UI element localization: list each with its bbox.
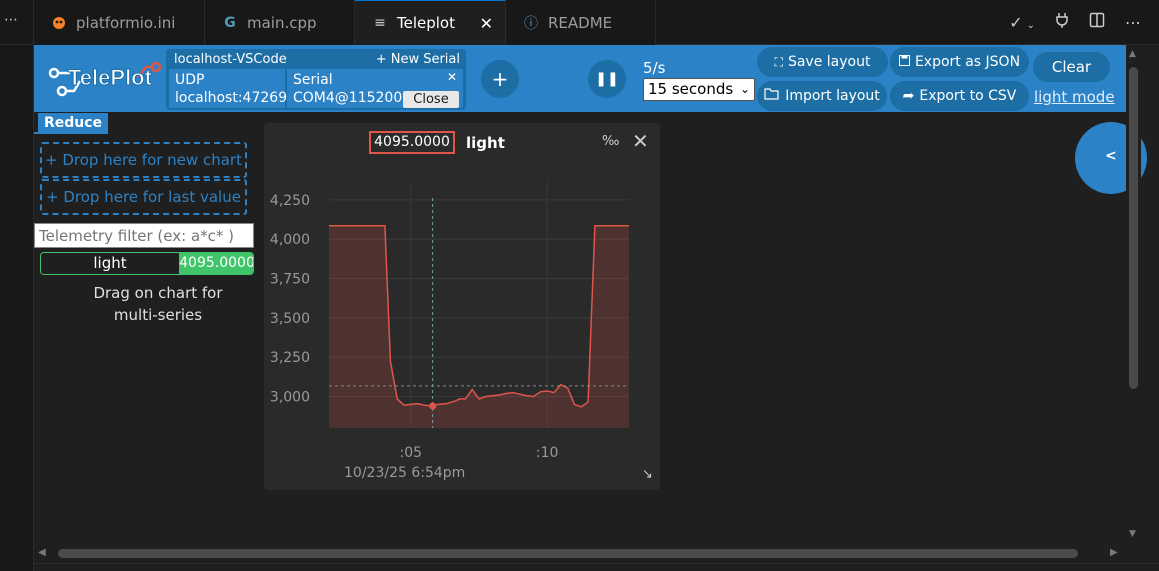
resize-handle-icon[interactable]: ↘ — [642, 467, 653, 482]
cursor-point — [429, 402, 437, 410]
save-layout-button[interactable]: ⛶ Save layout — [757, 47, 888, 77]
tab-actions: ✓ ⌄ ⋯ — [1009, 12, 1141, 32]
chart-series-name: light — [466, 134, 505, 152]
teleplot-logo: TelePlot — [46, 53, 164, 103]
serial-label: Serial — [293, 72, 333, 88]
y-tick-label: 4,000 — [270, 232, 310, 248]
more-actions-icon[interactable]: ⋯ — [1125, 13, 1141, 32]
x-tick-label: :05 — [400, 445, 423, 461]
reduce-button[interactable]: Reduce — [38, 113, 108, 134]
sample-rate: 5/s — [643, 59, 666, 77]
y-tick-label: 3,250 — [270, 350, 310, 366]
export-json-label: Export as JSON — [914, 54, 1021, 70]
duration-value: 15 seconds — [648, 80, 734, 98]
tab-platformio-ini[interactable]: platformio.ini — [34, 0, 205, 45]
scroll-down-icon[interactable]: ▼ — [1129, 529, 1136, 539]
udp-connection: UDP localhost:47269 — [169, 69, 288, 108]
share-arrow-icon: ➦ — [902, 88, 915, 104]
add-connection-button[interactable]: + — [481, 60, 519, 98]
telemetry-item[interactable]: light 4095.0000 — [40, 252, 254, 275]
split-editor-icon[interactable] — [1089, 12, 1105, 32]
platformio-alien-icon — [50, 16, 68, 30]
save-layout-label: Save layout — [787, 54, 871, 70]
drop-last-value-zone[interactable]: + Drop here for last value — [40, 179, 247, 215]
serial-connection: Serial ✕ COM4@115200 Close — [287, 69, 463, 108]
plug-icon[interactable] — [1055, 12, 1069, 32]
x-tick-label: :10 — [536, 445, 559, 461]
tab-label: README — [548, 13, 613, 32]
import-layout-button[interactable]: Import layout — [757, 81, 887, 111]
udp-address: localhost:47269 — [175, 90, 288, 106]
remove-serial-icon[interactable]: ✕ — [447, 70, 457, 84]
close-tab-icon[interactable]: ✕ — [480, 14, 493, 33]
teleplot-header: TelePlot localhost-VSCode + New Serial U… — [34, 45, 1126, 112]
tab-readme[interactable]: ⓘ README — [506, 0, 656, 45]
divider — [34, 132, 108, 134]
chevron-left-icon: < — [1105, 148, 1117, 164]
vscode-window: ⋯ platformio.ini G main.cpp ≡ Teleplot ✕… — [0, 0, 1159, 571]
folder-open-icon — [764, 88, 780, 104]
svg-text:TelePlot: TelePlot — [68, 65, 153, 90]
y-tick-label: 3,500 — [270, 311, 310, 327]
new-serial-button[interactable]: + New Serial — [376, 52, 460, 67]
divider — [34, 563, 1159, 564]
permille-icon[interactable]: ‰ — [602, 134, 619, 149]
chart-plot[interactable]: 3,000 3,250 3,500 3,750 4,000 4,250 :05 :10 — [264, 123, 660, 490]
editor-group-sidebar: ⋯ — [0, 0, 34, 571]
frame-icon: ⛶ — [774, 54, 783, 69]
drag-hint-line: multi-series — [113, 306, 203, 324]
tab-label: main.cpp — [247, 13, 317, 32]
vertical-scrollbar[interactable]: ▲ ▼ — [1126, 45, 1141, 545]
import-layout-label: Import layout — [785, 88, 880, 104]
floppy-icon — [898, 54, 910, 70]
scroll-thumb[interactable] — [58, 549, 1078, 558]
check-icon[interactable]: ✓ ⌄ — [1009, 13, 1035, 32]
export-json-button[interactable]: Export as JSON — [890, 47, 1029, 77]
chart-card[interactable]: 3,000 3,250 3,500 3,750 4,000 4,250 :05 :10 409… — [264, 123, 660, 490]
y-tick-label: 4,250 — [270, 193, 310, 209]
export-csv-button[interactable]: ➦ Export to CSV — [890, 81, 1029, 111]
drag-hint-line: Drag on chart for — [93, 284, 223, 302]
tab-main-cpp[interactable]: G main.cpp — [205, 0, 355, 45]
light-mode-link[interactable]: light mode — [1034, 88, 1115, 106]
telemetry-value: 4095.0000 — [179, 253, 253, 274]
clear-label: Clear — [1051, 58, 1092, 76]
chart-current-value: 4095.0000 — [369, 131, 455, 154]
telemetry-name: light — [41, 253, 179, 274]
duration-select[interactable]: 15 seconds ⌄ — [643, 78, 755, 101]
tab-label: platformio.ini — [76, 13, 176, 32]
pause-button[interactable]: ❚❚ — [588, 60, 626, 98]
chart-date-label: 10/23/25 6:54pm — [344, 465, 466, 481]
scroll-thumb[interactable] — [1129, 67, 1138, 389]
chevron-down-icon: ⌄ — [739, 82, 750, 96]
connection-title: localhost-VSCode — [174, 52, 287, 67]
info-circle-icon: ⓘ — [524, 15, 538, 32]
close-serial-button[interactable]: Close — [403, 91, 459, 108]
cpp-file-icon: G — [224, 14, 236, 31]
scroll-left-icon[interactable]: ◀ — [38, 547, 46, 558]
udp-label: UDP — [175, 72, 205, 88]
scroll-right-icon[interactable]: ▶ — [1110, 547, 1118, 558]
pause-icon: ❚❚ — [595, 71, 619, 87]
close-chart-icon[interactable]: ✕ — [632, 129, 649, 153]
y-tick-label: 3,750 — [270, 272, 310, 288]
telemetry-filter-input[interactable] — [34, 223, 254, 248]
clear-button[interactable]: Clear — [1033, 52, 1110, 82]
tab-teleplot[interactable]: ≡ Teleplot ✕ — [355, 0, 506, 45]
more-icon[interactable]: ⋯ — [4, 12, 19, 28]
scroll-up-icon[interactable]: ▲ — [1129, 49, 1136, 59]
chevron-down-icon[interactable]: ⌄ — [1027, 20, 1035, 31]
connection-panel: localhost-VSCode + New Serial UDP localh… — [166, 49, 466, 110]
serial-port: COM4@115200 — [293, 90, 403, 106]
plus-icon: + — [491, 67, 509, 91]
horizontal-scrollbar[interactable]: ◀ ▶ — [34, 545, 1126, 562]
preview-lines-icon: ≡ — [374, 15, 386, 31]
drag-hint: Drag on chart for multi-series — [40, 282, 276, 326]
drop-new-chart-zone[interactable]: + Drop here for new chart — [40, 142, 247, 178]
export-csv-label: Export to CSV — [919, 88, 1017, 104]
divider — [0, 44, 34, 45]
y-tick-label: 3,000 — [270, 390, 310, 406]
editor-tab-bar: platformio.ini G main.cpp ≡ Teleplot ✕ ⓘ… — [34, 0, 1159, 45]
tab-label: Teleplot — [397, 14, 455, 32]
